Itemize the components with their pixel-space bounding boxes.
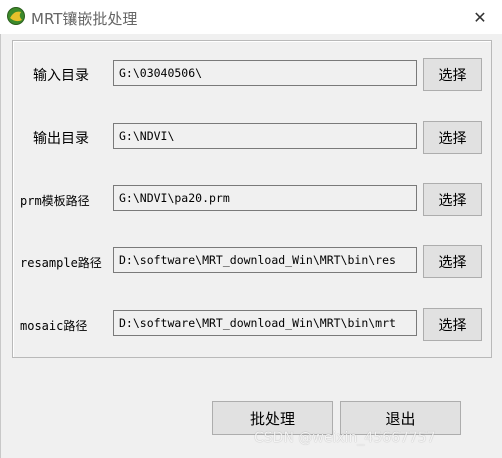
title-bar: MRT镶嵌批处理 ✕ — [0, 0, 502, 34]
choose-resample-path-button[interactable]: 选择 — [423, 245, 482, 278]
output-dir-label: 输出目录 — [33, 131, 89, 147]
mrt-app-icon — [7, 7, 25, 25]
choose-input-dir-button[interactable]: 选择 — [423, 58, 482, 91]
mosaic-path-label: mosaic路径 — [20, 319, 88, 333]
close-icon: ✕ — [473, 7, 487, 27]
choose-mosaic-path-button[interactable]: 选择 — [423, 308, 482, 341]
window-title: MRT镶嵌批处理 — [31, 10, 138, 28]
resample-path-field[interactable]: D:\software\MRT_download_Win\MRT\bin\res — [113, 247, 417, 273]
output-dir-field[interactable]: G:\NDVI\ — [113, 123, 417, 149]
input-dir-label: 输入目录 — [33, 68, 89, 84]
prm-template-field[interactable]: G:\NDVI\pa20.prm — [113, 185, 417, 211]
close-button[interactable]: ✕ — [458, 0, 502, 34]
window-left-border — [0, 34, 1, 458]
choose-output-dir-button[interactable]: 选择 — [423, 121, 482, 154]
mosaic-path-field[interactable]: D:\software\MRT_download_Win\MRT\bin\mrt — [113, 310, 417, 336]
csdn-watermark: CSDN @weixin_45667757 — [254, 430, 436, 446]
input-dir-field[interactable]: G:\03040506\ — [113, 60, 417, 86]
resample-path-label: resample路径 — [20, 256, 102, 270]
prm-template-label: prm模板路径 — [20, 194, 90, 208]
choose-prm-template-button[interactable]: 选择 — [423, 183, 482, 216]
